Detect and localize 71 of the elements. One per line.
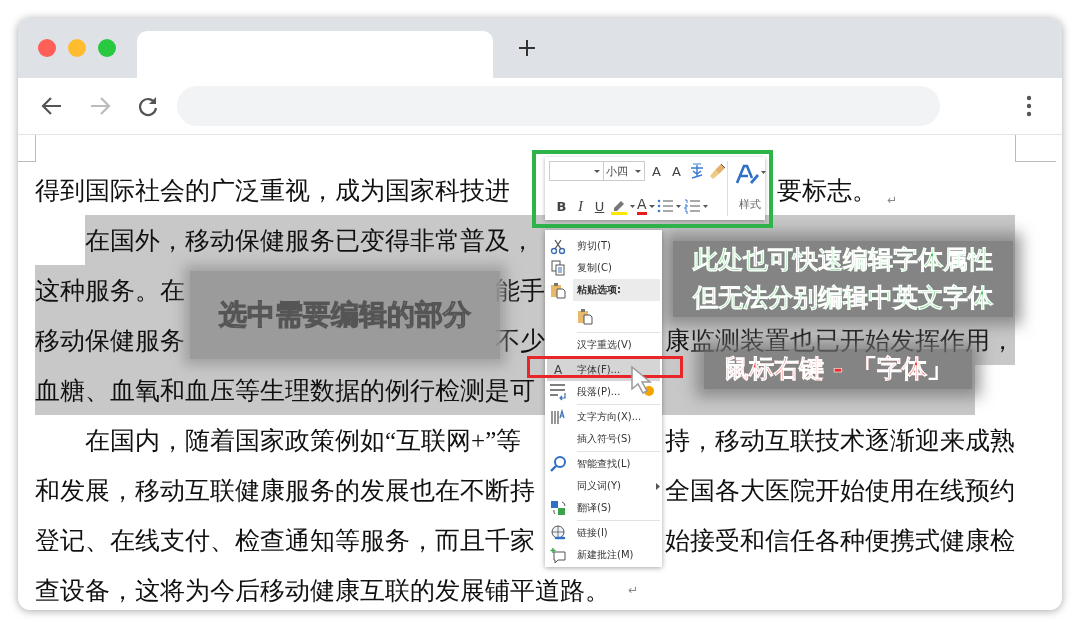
menu-item[interactable]: 同义词(Y) xyxy=(547,475,660,497)
menu-item[interactable]: 文字方向(X)... xyxy=(547,406,660,428)
page-corner-mark xyxy=(18,135,36,162)
copy-icon xyxy=(550,259,566,277)
menu-item[interactable]: 新建批注(M) xyxy=(547,544,660,566)
underline-button[interactable]: U xyxy=(591,196,608,216)
maximize-window-button[interactable] xyxy=(98,39,116,57)
phonetic-guide-icon[interactable] xyxy=(688,162,706,180)
body-text: 查设备，这将为今后移动健康互联的发展铺平道路。 xyxy=(35,575,610,606)
grow-font-button[interactable]: A xyxy=(648,161,665,181)
menu-icon[interactable] xyxy=(1026,95,1032,117)
body-text: 登记、在线支付、检查通知等服务，而且千家 xyxy=(35,525,535,556)
reload-icon[interactable] xyxy=(137,95,159,117)
body-text: 这种服务。在 xyxy=(35,275,185,306)
annotation-text: 选中需要编辑的部分 xyxy=(219,297,471,333)
scissors-icon xyxy=(550,237,566,255)
menu-item[interactable]: 插入符号(S) xyxy=(547,428,660,450)
styles-button[interactable]: 样式 xyxy=(727,161,766,216)
caret-icon xyxy=(635,169,641,173)
page-corner-mark xyxy=(1015,135,1056,162)
comment-icon xyxy=(550,546,566,564)
globe-link-icon xyxy=(550,524,566,542)
search-icon xyxy=(550,455,566,473)
body-text: 得到国际社会的广泛重视，成为国家科技进 xyxy=(35,175,510,206)
mouse-cursor-icon xyxy=(630,365,656,397)
annotation-text: 此处也可快速编辑字体属性 xyxy=(693,244,993,276)
format-painter-icon[interactable] xyxy=(709,162,727,180)
italic-button[interactable]: I xyxy=(572,196,589,216)
body-text: 在国外，移动保健服务已变得非常普及， xyxy=(85,225,535,256)
body-text: 移动保健服务 xyxy=(35,325,185,356)
body-text: 康监测装置也已开始发挥作用， xyxy=(665,325,1015,355)
body-text: 和发展，移动互联健康服务的发展也在不断持 xyxy=(35,475,535,506)
font-color-button[interactable]: A xyxy=(637,196,655,216)
text-direction-icon xyxy=(550,408,566,426)
menu-item[interactable]: 翻译(S) xyxy=(547,497,660,519)
body-text: 不少 xyxy=(495,325,545,356)
menu-item[interactable]: 链接(I) xyxy=(547,522,660,544)
body-text: 全国各大医院开始使用在线预约 xyxy=(665,475,1015,506)
bullet-list-icon[interactable] xyxy=(656,197,682,215)
back-icon[interactable] xyxy=(41,95,63,117)
body-text: 始接受和信任各种便携式健康检 xyxy=(665,525,1015,556)
forward-icon[interactable] xyxy=(89,95,111,117)
close-window-button[interactable] xyxy=(38,39,56,57)
body-text: 在国内，随着国家政策例如“互联网+”等 xyxy=(85,425,522,456)
body-text: 血糖、血氧和血压等生理数据的例行检测是可 xyxy=(35,375,535,406)
body-text: 要标志。 xyxy=(776,175,877,206)
font-size-dropdown[interactable]: 小四 xyxy=(603,161,645,181)
paragraph-mark: ↵ xyxy=(628,583,639,597)
menu-item[interactable]: 剪切(T) xyxy=(547,235,660,257)
paste-option-icon[interactable] xyxy=(577,307,593,325)
new-tab-icon[interactable] xyxy=(517,38,537,58)
menu-item[interactable]: 复制(C) xyxy=(547,257,660,279)
annotation-text: 鼠标右键 - 「字体」 xyxy=(724,353,952,385)
bold-button[interactable]: B xyxy=(553,196,570,216)
body-text: 能手 xyxy=(495,275,545,306)
caret-icon xyxy=(648,204,655,208)
font-name-dropdown[interactable] xyxy=(549,161,604,181)
menu-item[interactable]: 智能查找(L) xyxy=(547,453,660,475)
numbered-list-icon[interactable] xyxy=(683,197,709,215)
translate-icon xyxy=(550,499,566,517)
body-text: 持，移动互联技术逐渐迎来成熟 xyxy=(665,425,1015,456)
clipboard-icon xyxy=(550,281,566,299)
caret-icon xyxy=(594,169,600,173)
styles-icon xyxy=(734,163,766,185)
menu-item[interactable]: 汉字重选(V) xyxy=(547,334,660,356)
paragraph-mark: ↵ xyxy=(886,192,897,207)
menu-item[interactable]: 段落(P)... xyxy=(547,381,660,403)
paragraph-icon xyxy=(550,383,566,401)
shrink-font-button[interactable]: A xyxy=(668,161,685,181)
font-icon: A xyxy=(553,363,563,377)
annotation-text: 但无法分别编辑中英文字体 xyxy=(693,282,993,314)
